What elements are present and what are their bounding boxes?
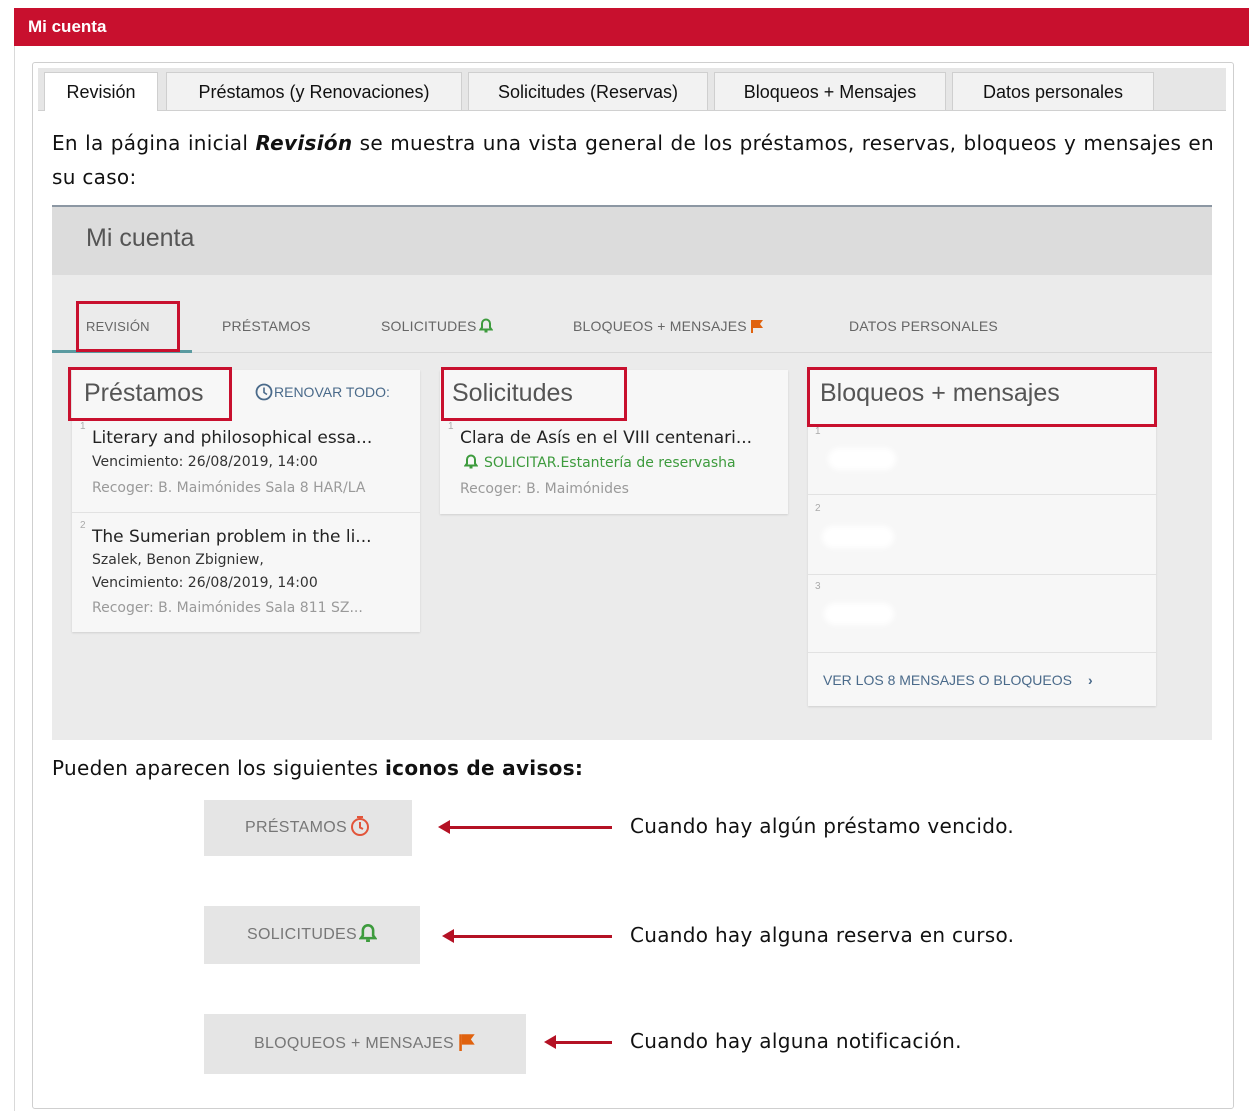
title-bar-label: Mi cuenta	[28, 17, 107, 36]
block-item-number: 2	[815, 503, 821, 514]
arrow-line	[552, 1041, 612, 1044]
loan-item-due: Vencimiento: 26/08/2019, 14:00	[92, 454, 318, 470]
screenshot-title: Mi cuenta	[86, 224, 195, 252]
view-all-messages-link[interactable]: VER LOS 8 MENSAJES O BLOQUEOS ›	[823, 672, 1093, 688]
loan-item-pickup: Recoger: B. Maimónides Sala 811 SZ...	[92, 600, 363, 616]
inner-tab-solicitudes[interactable]: SOLICITUDES	[381, 318, 493, 334]
tab-prestamos[interactable]: Préstamos (y Renovaciones)	[166, 72, 462, 110]
flag-icon	[750, 319, 763, 333]
tab-datos-personales[interactable]: Datos personales	[952, 72, 1154, 110]
note-bold: iconos de avisos	[385, 756, 575, 780]
loan-item-number: 2	[80, 520, 86, 531]
inner-tab-solicitudes-label: SOLICITUDES	[381, 318, 477, 334]
bell-icon	[478, 318, 493, 333]
legend-text: Cuando hay alguna notificación.	[630, 1029, 962, 1053]
flag-icon	[459, 1034, 475, 1051]
view-all-label: VER LOS 8 MENSAJES O BLOQUEOS	[823, 672, 1072, 688]
block-item-number: 3	[815, 581, 821, 592]
block-item-number: 1	[815, 426, 821, 437]
highlight-box-revision	[76, 301, 180, 352]
icons-note: Pueden aparecen los siguientes iconos de…	[52, 756, 583, 780]
tab-revision[interactable]: Revisión	[44, 72, 158, 111]
note-colon: :	[574, 756, 584, 780]
arrow-line	[450, 935, 612, 938]
title-bar: Mi cuenta	[14, 8, 1249, 46]
block-separator	[808, 494, 1156, 495]
note-text: Pueden aparecen los siguientes	[52, 756, 386, 780]
chevron-right-icon: ›	[1087, 672, 1093, 688]
highlight-box-requests	[441, 367, 627, 421]
request-item-pickup: Recoger: B. Maimónides	[460, 481, 629, 497]
renew-all-label: RENOVAR TODO:	[274, 384, 390, 400]
highlight-box-loans	[68, 367, 232, 421]
loan-item-due: Vencimiento: 26/08/2019, 14:00	[92, 575, 318, 591]
renew-icon	[255, 383, 273, 401]
inner-tab-datos[interactable]: DATOS PERSONALES	[849, 318, 998, 334]
renew-all-button[interactable]: RENOVAR TODO:	[254, 383, 390, 402]
legend-button-label: PRÉSTAMOS	[245, 819, 347, 836]
intro-text: En la página inicial	[52, 131, 256, 155]
legend-prestamos-button: PRÉSTAMOS	[204, 800, 412, 856]
bell-icon	[359, 923, 377, 942]
highlight-box-blocks	[807, 367, 1157, 427]
legend-solicitudes-button: SOLICITUDES	[204, 906, 420, 964]
request-item-title[interactable]: Clara de Asís en el VIII centenari...	[460, 428, 752, 448]
block-item-redacted	[828, 607, 890, 621]
loan-item-title[interactable]: Literary and philosophical essa...	[92, 428, 372, 448]
block-item-redacted	[826, 530, 890, 544]
intro-paragraph: En la página inicial Revisión se muestra…	[52, 126, 1214, 194]
legend-bloqueos-button: BLOQUEOS + MENSAJES	[204, 1014, 526, 1074]
loan-item-number: 1	[80, 421, 86, 432]
block-separator	[808, 574, 1156, 575]
clock-alert-icon	[350, 815, 369, 836]
block-item-redacted	[832, 452, 892, 466]
block-separator	[808, 652, 1156, 653]
loan-item-title[interactable]: The Sumerian problem in the li...	[92, 527, 372, 547]
inner-tab-bloqueos[interactable]: BLOQUEOS + MENSAJES	[573, 318, 764, 334]
request-item-status-label: SOLICITAR.Estantería de reservasha	[484, 455, 736, 471]
legend-button-label: SOLICITUDES	[247, 926, 357, 943]
inner-tab-bloqueos-label: BLOQUEOS + MENSAJES	[573, 318, 747, 334]
legend-text: Cuando hay algún préstamo vencido.	[630, 814, 1015, 838]
request-item-status: SOLICITAR.Estantería de reservasha	[464, 454, 736, 471]
intro-emphasis: Revisión	[255, 131, 353, 155]
loan-separator	[72, 512, 420, 513]
legend-button-label: BLOQUEOS + MENSAJES	[254, 1035, 454, 1052]
tab-solicitudes[interactable]: Solicitudes (Reservas)	[468, 72, 708, 110]
inner-tab-divider	[52, 352, 1212, 353]
loan-item-pickup: Recoger: B. Maimónides Sala 8 HAR/LA	[92, 480, 366, 496]
bell-icon	[464, 454, 478, 469]
screenshot-header	[52, 207, 1212, 275]
loan-item-author: Szalek, Benon Zbigniew,	[92, 552, 264, 568]
tab-bloqueos-mensajes[interactable]: Bloqueos + Mensajes	[714, 72, 946, 110]
inner-tab-prestamos[interactable]: PRÉSTAMOS	[222, 318, 311, 334]
arrow-line	[446, 826, 612, 829]
request-item-number: 1	[448, 421, 454, 432]
legend-text: Cuando hay alguna reserva en curso.	[630, 923, 1015, 947]
